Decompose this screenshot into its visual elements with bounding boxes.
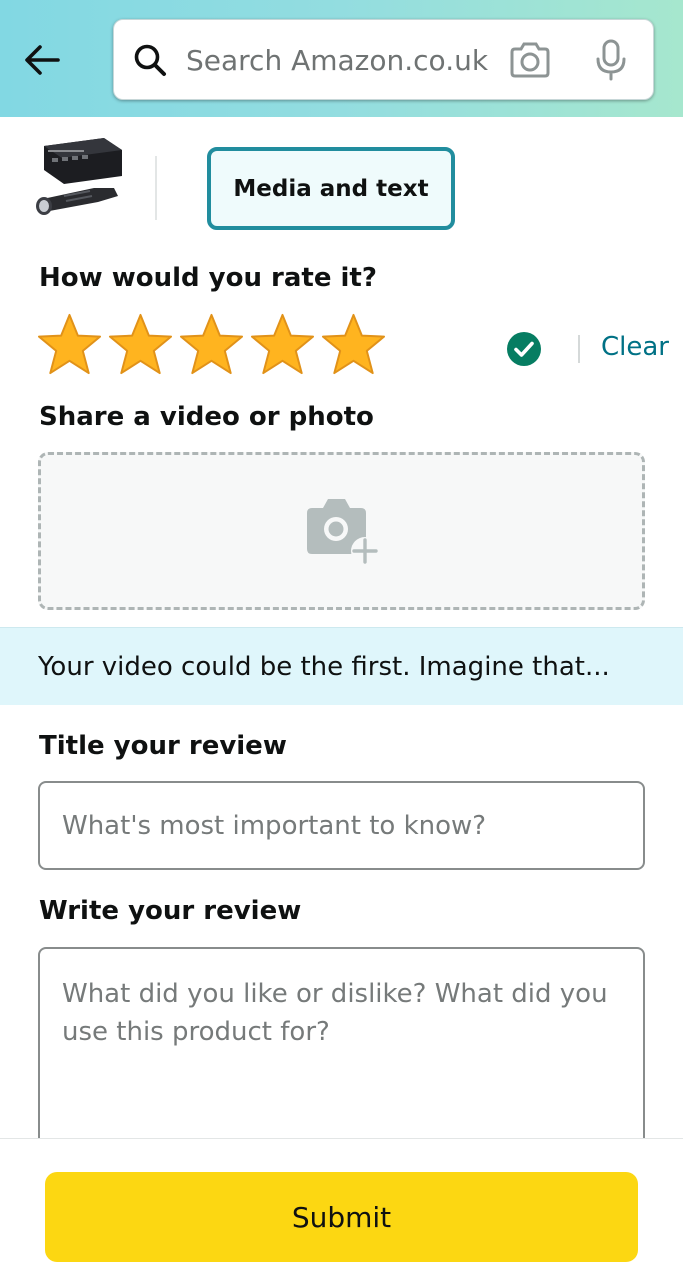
submit-button[interactable]: Submit bbox=[45, 1172, 638, 1262]
star-rating[interactable] bbox=[36, 312, 387, 380]
vertical-divider bbox=[155, 156, 157, 220]
check-circle-icon bbox=[507, 332, 541, 366]
media-upload-area[interactable] bbox=[38, 452, 645, 610]
star-icon-3[interactable] bbox=[178, 312, 245, 379]
tab-media-and-text-label: Media and text bbox=[233, 175, 429, 202]
product-thumbnail[interactable] bbox=[34, 136, 126, 218]
review-title-input[interactable] bbox=[38, 781, 645, 870]
search-icon bbox=[134, 44, 166, 76]
back-button[interactable] bbox=[18, 36, 66, 84]
search-input[interactable] bbox=[186, 38, 496, 82]
star-icon-4[interactable] bbox=[249, 312, 316, 379]
clear-separator bbox=[578, 335, 580, 363]
rating-title: How would you rate it? bbox=[39, 263, 377, 293]
video-info-text: Your video could be the first. Imagine t… bbox=[38, 651, 610, 682]
camera-icon[interactable] bbox=[508, 40, 552, 80]
microphone-icon[interactable] bbox=[594, 38, 628, 82]
video-info-banner: Your video could be the first. Imagine t… bbox=[0, 627, 683, 705]
back-arrow-icon bbox=[25, 45, 60, 75]
star-icon-2[interactable] bbox=[107, 312, 174, 379]
star-icon-1[interactable] bbox=[36, 312, 103, 379]
search-bar[interactable] bbox=[113, 19, 654, 100]
top-header bbox=[0, 0, 683, 117]
star-icon-5[interactable] bbox=[320, 312, 387, 379]
add-photo-icon bbox=[307, 499, 379, 565]
bottom-action-bar: Submit bbox=[0, 1138, 683, 1280]
media-title: Share a video or photo bbox=[39, 402, 374, 432]
clear-rating-link[interactable]: Clear bbox=[601, 332, 669, 362]
tab-media-and-text[interactable]: Media and text bbox=[207, 147, 455, 230]
review-body-label: Write your review bbox=[39, 896, 302, 926]
review-title-label: Title your review bbox=[39, 731, 287, 761]
